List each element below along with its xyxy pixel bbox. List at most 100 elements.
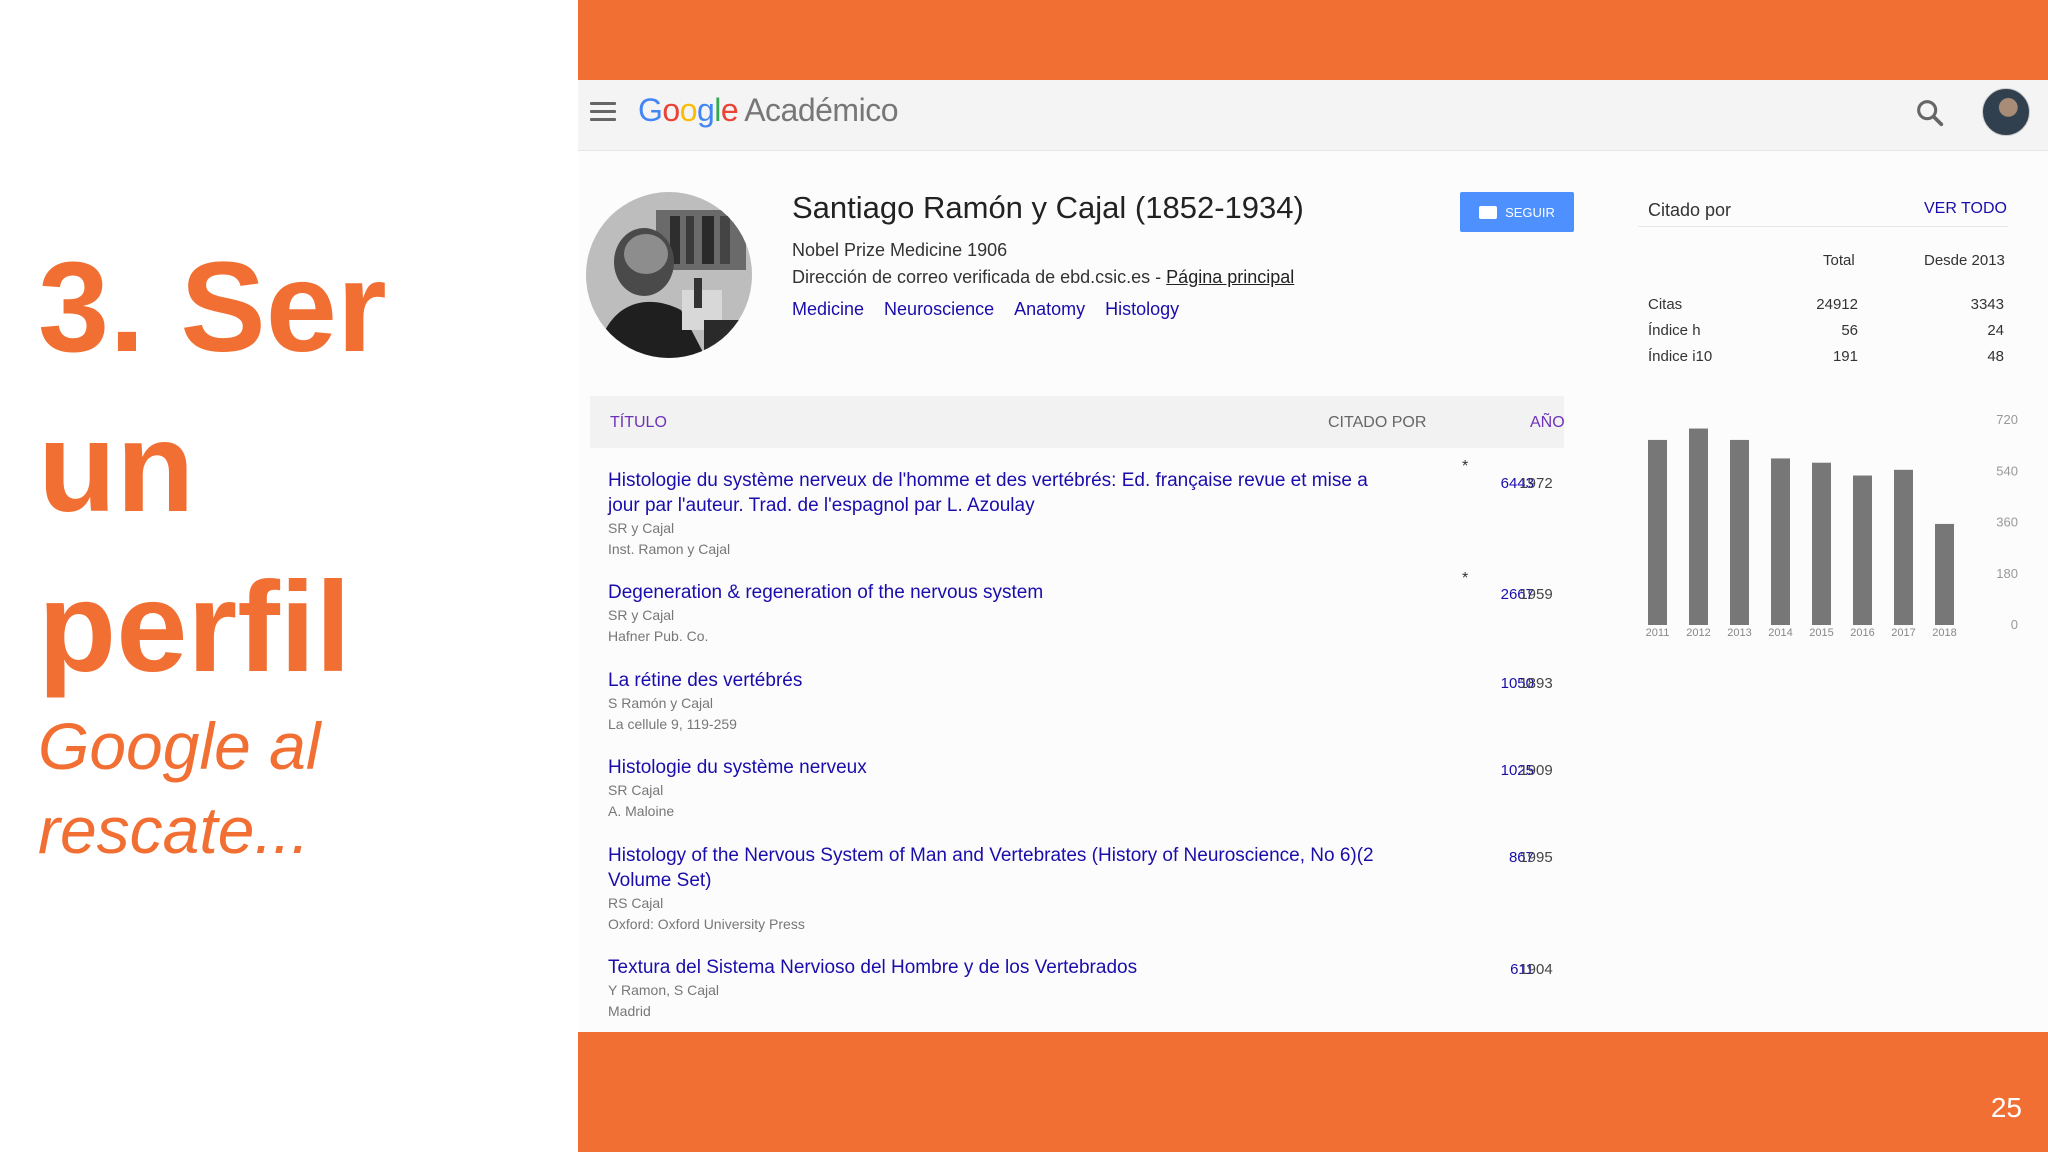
stats-col-since: Desde 2013 xyxy=(1924,252,2005,269)
logo-letter: G xyxy=(638,92,663,128)
sort-by-title[interactable]: TÍTULO xyxy=(610,414,667,432)
chart-bar-2017[interactable] xyxy=(1894,469,1913,625)
stat-since[interactable]: 48 xyxy=(1884,348,2004,365)
stat-label: Índice i10 xyxy=(1648,348,1713,365)
logo-letter: l xyxy=(714,92,721,128)
stat-total[interactable]: 56 xyxy=(1738,322,1858,339)
top-orange-band xyxy=(578,0,2048,80)
chart-x-tick-label: 2018 xyxy=(1932,627,1956,639)
article-year: 1995 xyxy=(1519,849,1553,866)
stat-total[interactable]: 24912 xyxy=(1738,296,1858,313)
account-avatar[interactable] xyxy=(1982,88,2030,136)
article-authors: SR y Cajal xyxy=(608,607,675,623)
stat-since[interactable]: 24 xyxy=(1884,322,2004,339)
chart-x-tick-label: 2014 xyxy=(1768,627,1792,639)
sort-by-year[interactable]: AÑO xyxy=(1530,414,1565,432)
article-venue: Oxford: Oxford University Press xyxy=(608,916,805,932)
profile-email-line: Dirección de correo verificada de ebd.cs… xyxy=(792,267,1294,288)
follow-button[interactable]: SEGUIR xyxy=(1460,192,1574,232)
profile-photo xyxy=(586,192,752,358)
chart-y-tick-label: 360 xyxy=(1996,515,2018,530)
article-venue: Hafner Pub. Co. xyxy=(608,628,709,644)
stat-label: Citas xyxy=(1648,296,1683,313)
logo-letter: o xyxy=(679,92,698,128)
citations-bar-chart: 2011 2012 2013 2014 2015 2016 2017 2018 720 540 36… xyxy=(1646,412,2018,639)
chart-x-tick-label: 2013 xyxy=(1727,627,1751,639)
profile-name: Santiago Ramón y Cajal (1852-1934) xyxy=(792,190,1304,225)
interest-link-neuroscience[interactable]: Neuroscience xyxy=(884,299,994,320)
articles-table-header: TÍTULO CITADO POR AÑO xyxy=(590,396,1565,448)
bottom-orange-band xyxy=(578,1032,2048,1152)
slide-title-line: 3. Ser xyxy=(38,236,387,379)
article-authors: SR y Cajal xyxy=(608,520,675,536)
article-title-link[interactable]: Degeneration & regeneration of the nervo… xyxy=(608,580,1388,605)
homepage-link[interactable]: Página principal xyxy=(1166,267,1294,287)
chart-y-tick-label: 180 xyxy=(1996,566,2018,581)
interest-link-anatomy[interactable]: Anatomy xyxy=(1014,299,1085,320)
article-title-link[interactable]: Histologie du système nerveux de l'homme… xyxy=(608,468,1388,518)
slide-left-panel: 3. Ser un perfil Google al rescate... xyxy=(0,0,578,1152)
table-row: Degeneration & regeneration of the nervo… xyxy=(608,580,1388,647)
article-authors: RS Cajal xyxy=(608,895,664,911)
menu-icon[interactable] xyxy=(590,98,616,124)
chart-x-tick-label: 2017 xyxy=(1891,627,1915,639)
slide-page-number: 25 xyxy=(1990,1092,2022,1123)
article-venue: A. Maloine xyxy=(608,803,675,819)
interest-link-medicine[interactable]: Medicine xyxy=(792,299,864,320)
chart-x-tick-label: 2015 xyxy=(1809,627,1833,639)
article-year: 1959 xyxy=(1519,586,1553,603)
table-row: Histologie du système nerveux SR Cajal A… xyxy=(608,755,1388,822)
article-venue: La cellule 9, 119-259 xyxy=(608,716,737,732)
table-row: La rétine des vertébrés S Ramón y Cajal … xyxy=(608,668,1388,735)
chart-y-tick-label: 540 xyxy=(1996,463,2018,478)
article-year: 1904 xyxy=(1519,961,1553,978)
article-title-link[interactable]: Histologie du système nerveux xyxy=(608,755,1388,780)
view-all-link[interactable]: VER TODO xyxy=(1924,200,2007,218)
interest-link-histology[interactable]: Histology xyxy=(1105,299,1179,320)
article-venue: Inst. Ramon y Cajal xyxy=(608,541,731,557)
stat-since[interactable]: 3343 xyxy=(1884,296,2004,313)
profile-affiliation: Nobel Prize Medicine 1906 xyxy=(792,240,1008,260)
chart-y-tick-label: 720 xyxy=(1996,412,2018,427)
envelope-icon xyxy=(1479,205,1498,219)
logo-letter: o xyxy=(662,92,680,128)
article-year: 1972 xyxy=(1519,475,1553,492)
logo-letter: g xyxy=(696,92,715,128)
chart-bar-2015[interactable] xyxy=(1812,462,1831,625)
cited-by-divider xyxy=(1638,226,2008,227)
search-icon[interactable] xyxy=(1913,96,1947,130)
table-row: Histologie du système nerveux de l'homme… xyxy=(608,468,1388,560)
slide-title-line: un xyxy=(38,396,195,539)
article-title-link[interactable]: La rétine des vertébrés xyxy=(608,668,1388,693)
chart-x-tick-label: 2016 xyxy=(1850,627,1874,639)
scholar-screenshot: Google Académico Santiago Ramón y Cajal (… xyxy=(578,80,2048,1032)
slide-subtitle: Google al rescate... xyxy=(38,709,321,867)
chart-bar-2013[interactable] xyxy=(1730,439,1749,625)
article-venue: Madrid xyxy=(608,1003,651,1019)
sort-by-cited[interactable]: CITADO POR xyxy=(1328,414,1426,432)
stats-col-total: Total xyxy=(1823,252,1855,269)
chart-bar-2014[interactable] xyxy=(1771,458,1790,625)
star-marker: * xyxy=(1462,458,1469,475)
article-authors: SR Cajal xyxy=(608,782,664,798)
logo-letter: e xyxy=(720,92,739,128)
slide-title: 3. Ser un perfil xyxy=(38,228,558,708)
chart-x-tick-label: 2012 xyxy=(1686,627,1710,639)
chart-bar-2016[interactable] xyxy=(1853,475,1872,625)
table-row: Histology of the Nervous System of Man a… xyxy=(608,843,1388,935)
logo-suffix: Académico xyxy=(744,92,898,128)
scholar-top-bar: Google Académico xyxy=(578,80,2048,151)
article-title-link[interactable]: Histology of the Nervous System of Man a… xyxy=(608,843,1388,893)
scholar-logo[interactable]: Google Académico xyxy=(638,92,898,129)
article-title-link[interactable]: Textura del Sistema Nervioso del Hombre … xyxy=(608,955,1388,980)
article-authors: S Ramón y Cajal xyxy=(608,695,714,711)
chart-bar-2012[interactable] xyxy=(1689,428,1708,625)
chart-x-tick-label: 2011 xyxy=(1646,627,1670,639)
follow-label: SEGUIR xyxy=(1505,204,1555,220)
stat-label: Índice h xyxy=(1648,322,1701,339)
stat-total[interactable]: 191 xyxy=(1738,348,1858,365)
chart-bar-2018[interactable] xyxy=(1935,523,1954,625)
chart-bar-2011[interactable] xyxy=(1648,439,1667,625)
chart-y-tick-label: 0 xyxy=(2011,617,2018,632)
star-marker: * xyxy=(1462,570,1469,587)
